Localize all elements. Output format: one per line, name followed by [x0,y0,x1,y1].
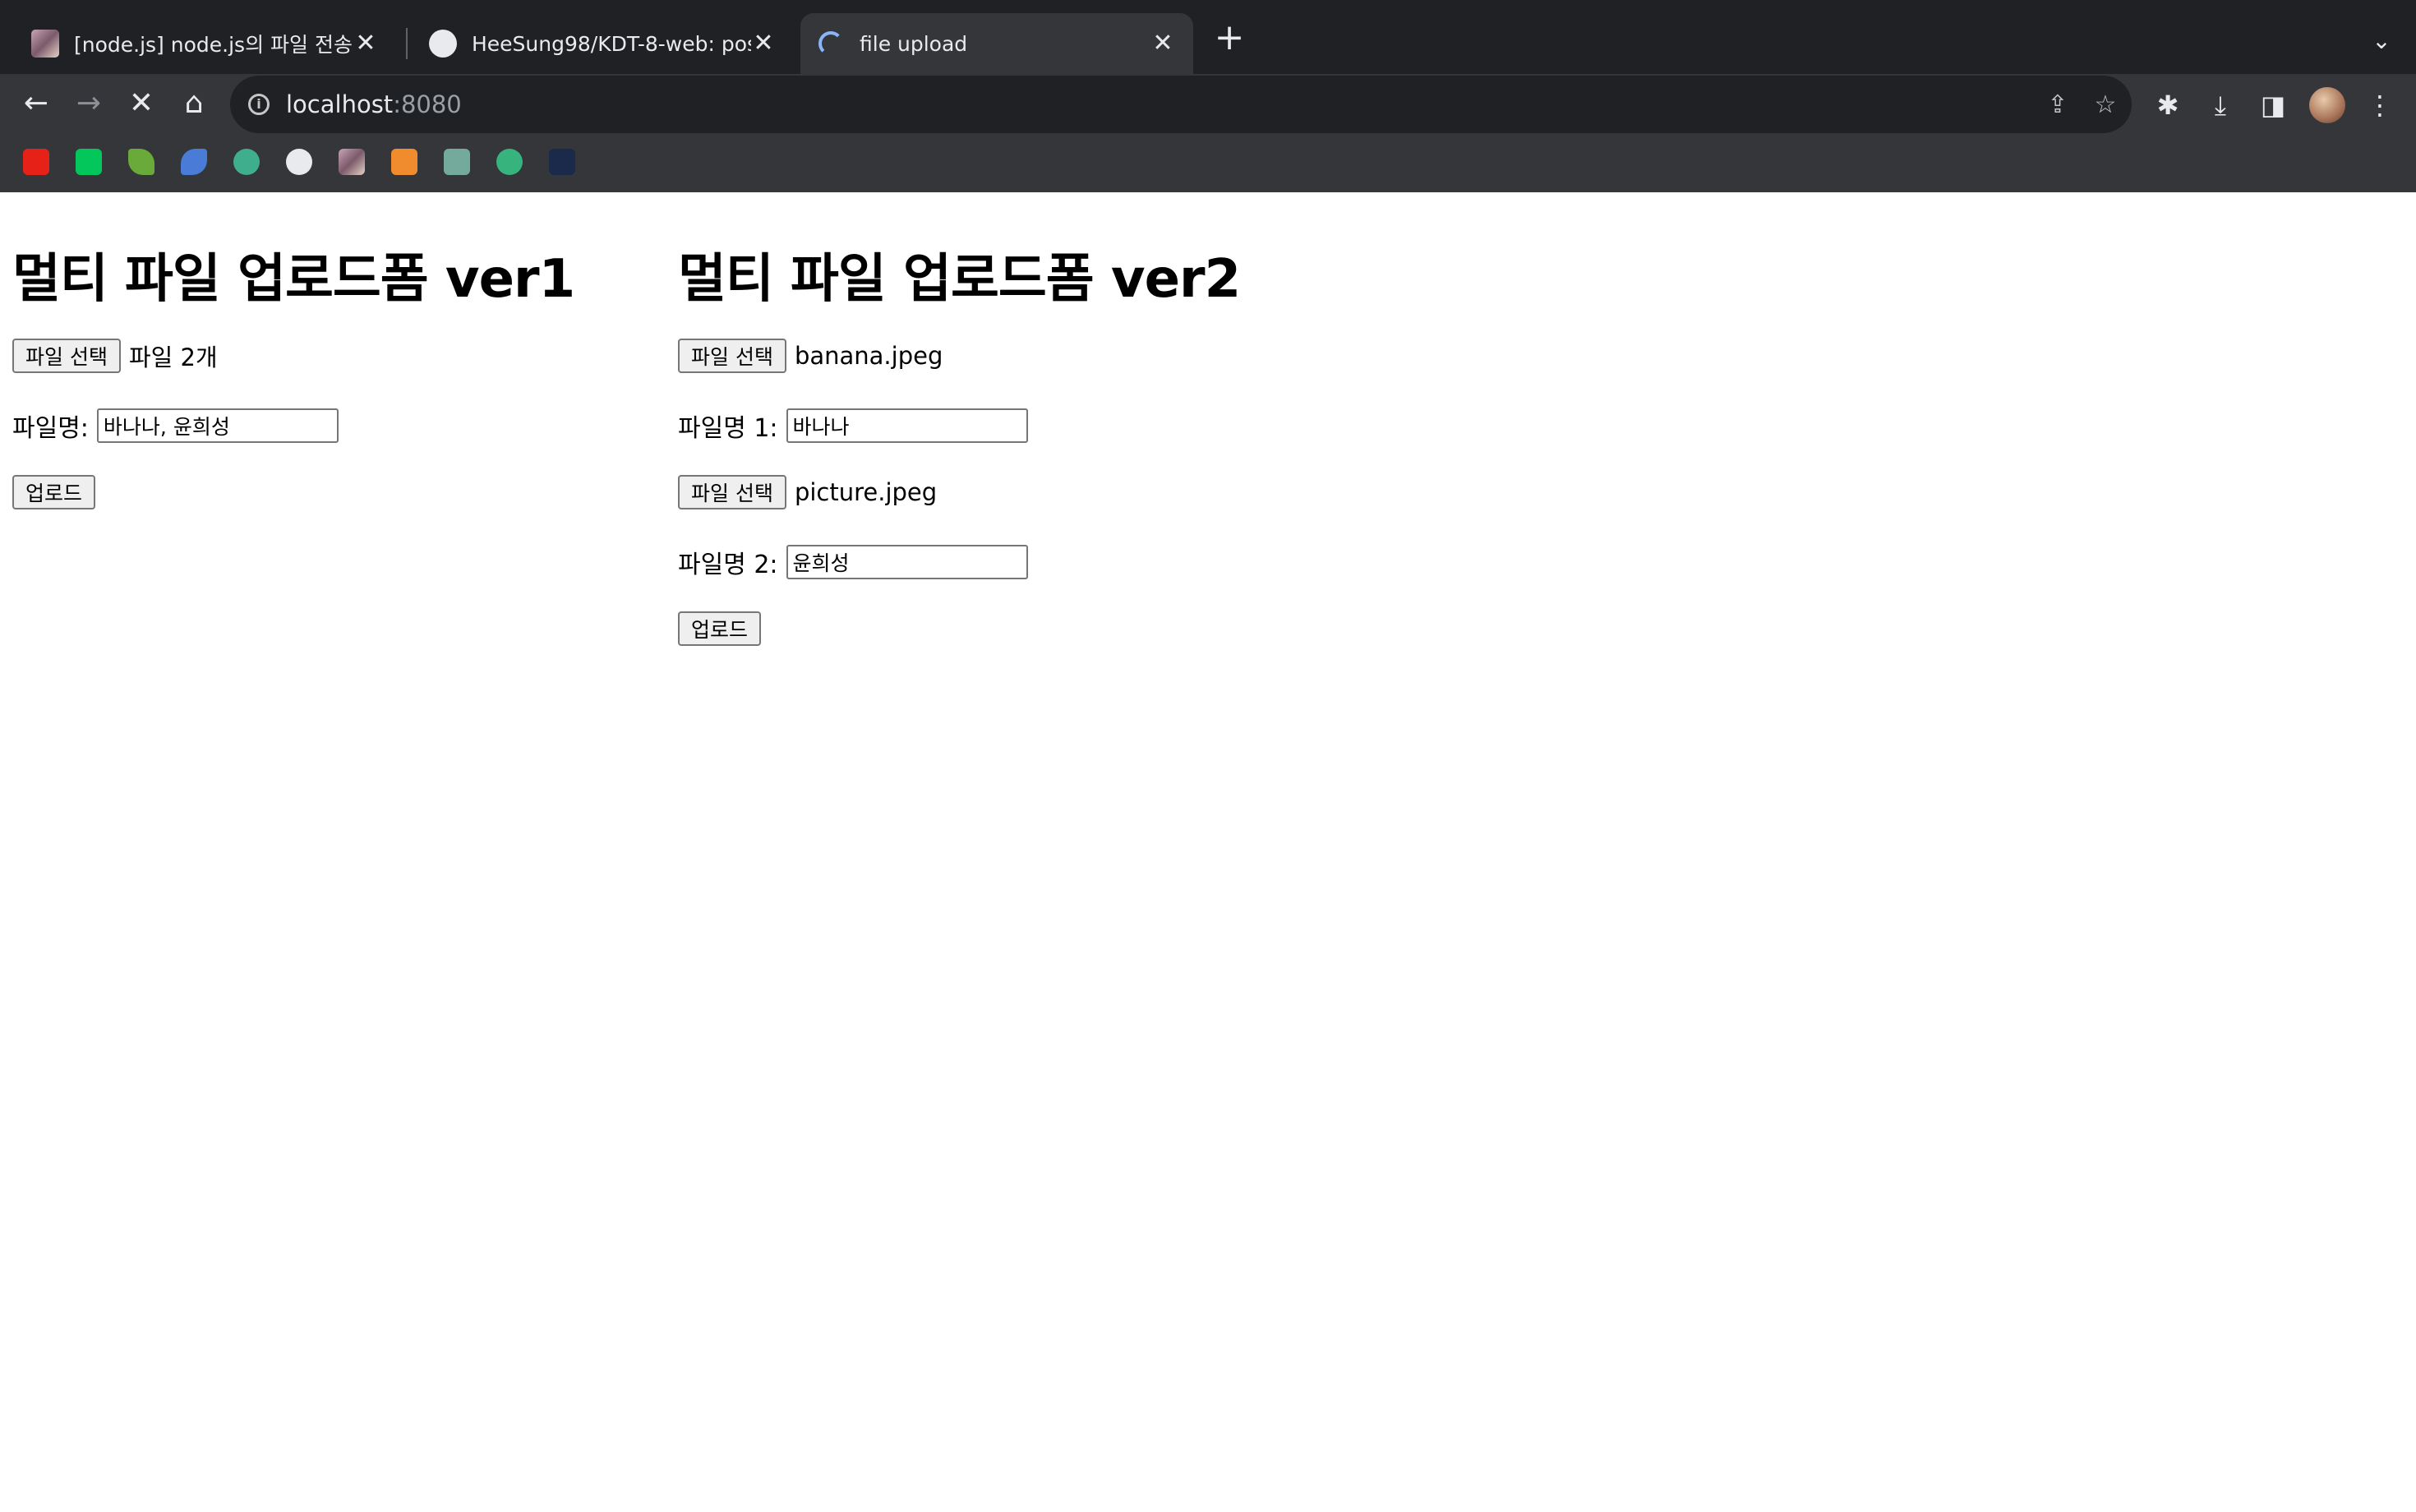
home-icon[interactable]: ⌂ [174,87,214,120]
browser-chrome: [node.js] node.js의 파일 전송 | He ✕ HeeSung9… [0,0,2416,192]
extensions-puzzle-icon[interactable]: ✱ [2150,87,2186,123]
form2-file2-row: 파일 선택 picture.jpeg [678,475,937,509]
tab-github-repo[interactable]: HeeSung98/KDT-8-web: posco ✕ [411,13,794,74]
cube-icon[interactable] [391,149,417,175]
form2-file2-select-button[interactable]: 파일 선택 [678,475,786,509]
tab-divider [406,28,408,59]
form1-filename-row: 파일명: [12,408,339,444]
tab-nodejs-blog[interactable]: [node.js] node.js의 파일 전송 | He ✕ [13,13,396,74]
leaf-icon[interactable] [128,149,154,175]
forward-arrow-icon[interactable]: → [69,87,108,120]
share-icon[interactable]: ⇪ [2043,90,2073,120]
form2-filename2-row: 파일명 2: [678,544,1028,580]
form2-filename2-input[interactable] [786,545,1028,579]
form2-filename2-label: 파일명 2: [678,551,778,579]
form2-filename1-label: 파일명 1: [678,414,778,443]
address-port: :8080 [393,90,462,118]
bird-icon[interactable] [549,149,575,175]
tab-file-upload[interactable]: file upload ✕ [800,13,1193,74]
tab-title: file upload [860,31,968,56]
close-icon[interactable]: ✕ [353,31,378,56]
green-circle-icon[interactable] [233,149,260,175]
form1-filename-label: 파일명: [12,414,89,443]
form1-file-select-button[interactable]: 파일 선택 [12,339,121,373]
github-favicon-icon [429,30,457,58]
openai-icon[interactable] [444,149,470,175]
form2-file1-select-button[interactable]: 파일 선택 [678,339,786,373]
m-circle-icon[interactable] [496,149,523,175]
back-arrow-icon[interactable]: ← [16,87,56,120]
form1-filename-input[interactable] [96,408,339,443]
chevron-down-icon[interactable]: ⌄ [2365,25,2398,58]
photo-favicon-icon [31,30,59,58]
tab-title: HeeSung98/KDT-8-web: posco [472,31,751,56]
close-icon[interactable]: ✕ [1150,31,1175,56]
form1-file-status: 파일 2개 [128,343,218,371]
github-icon[interactable] [286,149,312,175]
form2-filename1-input[interactable] [786,408,1028,443]
form2-heading: 멀티 파일 업로드폼 ver2 [678,249,1241,310]
profile-avatar[interactable] [2309,87,2345,123]
form1-upload-button[interactable]: 업로드 [12,475,96,509]
address-url[interactable]: localhost:8080 [286,90,462,118]
photo-icon[interactable] [339,149,365,175]
new-tab-icon[interactable]: + [1213,20,1246,56]
page-body: 멀티 파일 업로드폼 ver1 파일 선택 파일 2개 파일명: 업로드 멀티 … [0,192,2416,1512]
form1-file-row: 파일 선택 파일 2개 [12,339,218,373]
close-icon[interactable]: ✕ [751,31,776,56]
form2-upload-button[interactable]: 업로드 [678,611,762,646]
feather-icon[interactable] [181,149,207,175]
address-bar[interactable]: i localhost:8080 ⇪ ☆ [230,76,2132,133]
form2-filename1-row: 파일명 1: [678,408,1028,444]
form1-upload-row: 업로드 [12,475,96,509]
form1-heading: 멀티 파일 업로드폼 ver1 [12,249,575,310]
site-info-icon[interactable]: i [248,94,270,115]
form2-file1-row: 파일 선택 banana.jpeg [678,339,943,373]
naver-icon[interactable] [76,149,102,175]
form2-file1-status: banana.jpeg [794,342,943,370]
youtube-icon[interactable] [23,149,49,175]
stop-loading-icon[interactable]: ✕ [122,87,161,120]
menu-kebab-icon[interactable]: ⋮ [2362,87,2398,123]
download-icon[interactable]: ⤓ [2202,87,2238,123]
address-host: localhost [286,90,394,118]
star-bookmark-icon[interactable]: ☆ [2091,90,2120,120]
form2-file2-status: picture.jpeg [794,478,938,506]
side-panel-icon[interactable]: ◨ [2255,87,2291,123]
form2-upload-row: 업로드 [678,611,762,646]
loading-spinner-icon [818,31,843,56]
tab-title: [node.js] node.js의 파일 전송 | He [74,33,353,57]
